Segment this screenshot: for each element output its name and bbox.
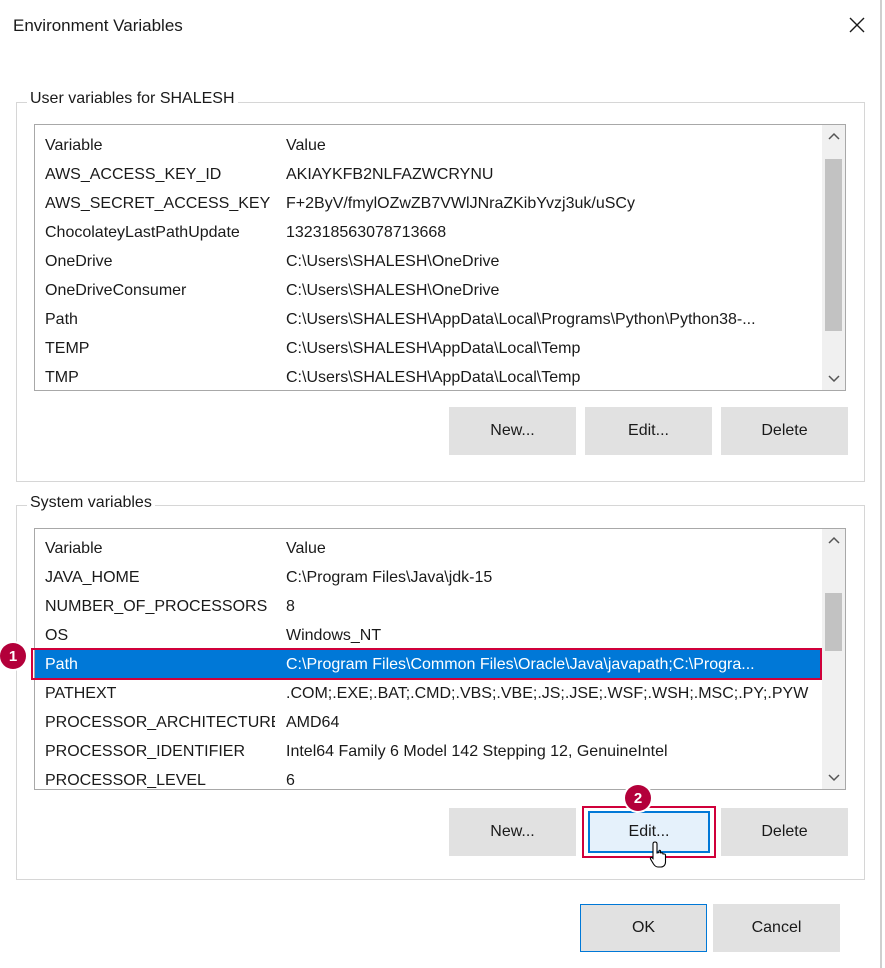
variable-value-cell: Intel64 Family 6 Model 142 Stepping 12, … [286, 742, 668, 760]
table-row[interactable]: ChocolateyLastPathUpdate 1323185630787136… [35, 218, 822, 247]
column-header-variable: Variable [45, 136, 103, 154]
table-row[interactable]: OneDrive C:\Users\SHALESH\OneDrive [35, 247, 822, 276]
chevron-down-icon [827, 774, 840, 782]
user-variables-list[interactable]: Variable Value AWS_ACCESS_KEY_ID AKIAYKFB… [34, 124, 846, 391]
variable-value-cell: 132318563078713668 [286, 223, 447, 241]
variable-value-cell: C:\Program Files\Java\jdk-15 [286, 568, 493, 586]
variable-value-cell: Windows_NT [286, 626, 382, 644]
system-list-scroll-thumb[interactable] [825, 593, 842, 651]
table-row[interactable]: PROCESSOR_ARCHITECTURE AMD64 [35, 708, 822, 737]
system-list-scrollbar[interactable] [822, 529, 845, 789]
close-icon [849, 17, 865, 33]
variable-value-cell: C:\Users\SHALESH\OneDrive [286, 252, 500, 270]
variable-name-cell: TEMP [45, 339, 90, 357]
variable-name-cell: OneDriveConsumer [45, 281, 187, 299]
variable-name-cell: PROCESSOR_LEVEL [45, 771, 206, 789]
user-list-header: Variable Value [35, 131, 822, 160]
ok-button[interactable]: OK [580, 904, 707, 952]
system-variables-label: System variables [27, 494, 155, 512]
close-button[interactable] [840, 10, 874, 40]
user-delete-button[interactable]: Delete [721, 407, 848, 455]
variable-name-cell: AWS_ACCESS_KEY_ID [45, 165, 222, 183]
variable-value-cell: C:\Users\SHALESH\AppData\Local\Temp [286, 368, 581, 386]
user-list-scroll-thumb[interactable] [825, 159, 842, 331]
column-header-value: Value [286, 539, 326, 557]
variable-name-cell: PROCESSOR_ARCHITECTURE [45, 713, 275, 731]
user-variables-label: User variables for SHALESH [27, 90, 238, 108]
cancel-button[interactable]: Cancel [713, 904, 840, 952]
variable-name-cell: NUMBER_OF_PROCESSORS [45, 597, 268, 615]
user-edit-button[interactable]: Edit... [585, 407, 712, 455]
table-row[interactable]: Path C:\Users\SHALESH\AppData\Local\Progr… [35, 305, 822, 334]
table-row[interactable]: JAVA_HOME C:\Program Files\Java\jdk-15 [35, 563, 822, 592]
variable-name-cell: OneDrive [45, 252, 113, 270]
variable-value-cell: 8 [286, 597, 295, 615]
user-new-button[interactable]: New... [449, 407, 576, 455]
variable-name-cell: PATHEXT [45, 684, 117, 702]
variable-name-cell: ChocolateyLastPathUpdate [45, 223, 240, 241]
table-row[interactable]: TEMP C:\Users\SHALESH\AppData\Local\Temp [35, 334, 822, 363]
variable-name-cell: TMP [45, 368, 79, 386]
system-variables-list[interactable]: Variable Value JAVA_HOME C:\Program Files… [34, 528, 846, 790]
variable-value-cell: 6 [286, 771, 295, 789]
table-row[interactable]: OneDriveConsumer C:\Users\SHALESH\OneDriv… [35, 276, 822, 305]
variable-name-cell: OS [45, 626, 69, 644]
variable-value-cell: C:\Users\SHALESH\AppData\Local\Programs\… [286, 310, 756, 328]
variable-name-cell: Path [45, 655, 78, 673]
scroll-up-button[interactable] [822, 529, 845, 551]
table-row[interactable]: AWS_SECRET_ACCESS_KEY F+2ByV/fmylOZwZB7VW… [35, 189, 822, 218]
table-row[interactable]: PROCESSOR_LEVEL 6 [35, 766, 822, 789]
variable-value-cell: AMD64 [286, 713, 340, 731]
system-delete-button[interactable]: Delete [721, 808, 848, 856]
variable-name-cell: Path [45, 310, 78, 328]
user-variables-rows: Variable Value AWS_ACCESS_KEY_ID AKIAYKFB… [35, 125, 822, 390]
window-title: Environment Variables [13, 16, 183, 35]
annotation-badge-2: 2 [625, 785, 651, 811]
table-row[interactable]: AWS_ACCESS_KEY_ID AKIAYKFB2NLFAZWCRYNU [35, 160, 822, 189]
column-header-variable: Variable [45, 539, 103, 557]
window-edge [880, 0, 882, 968]
chevron-up-icon [827, 536, 840, 544]
variable-name-cell: JAVA_HOME [45, 568, 140, 586]
scroll-down-button[interactable] [822, 368, 845, 390]
scroll-up-button[interactable] [822, 125, 845, 147]
table-row[interactable]: OS Windows_NT [35, 621, 822, 650]
scroll-down-button[interactable] [822, 767, 845, 789]
table-row[interactable]: PROCESSOR_IDENTIFIER Intel64 Family 6 Mod… [35, 737, 822, 766]
system-edit-button[interactable]: Edit... [588, 811, 710, 853]
system-list-header: Variable Value [35, 534, 822, 563]
variable-name-cell: AWS_SECRET_ACCESS_KEY [45, 194, 271, 212]
variable-name-cell: PROCESSOR_IDENTIFIER [45, 742, 246, 760]
system-new-button[interactable]: New... [449, 808, 576, 856]
environment-variables-dialog: Environment Variables User variables for… [0, 0, 885, 968]
user-list-scrollbar[interactable] [822, 125, 845, 390]
annotation-badge-1: 1 [0, 643, 26, 669]
variable-value-cell: C:\Program Files\Common Files\Oracle\Jav… [286, 655, 755, 673]
variable-value-cell: .COM;.EXE;.BAT;.CMD;.VBS;.VBE;.JS;.JSE;.… [286, 684, 809, 702]
table-row[interactable]: TMP C:\Users\SHALESH\AppData\Local\Temp [35, 363, 822, 390]
chevron-down-icon [827, 375, 840, 383]
column-header-value: Value [286, 136, 326, 154]
variable-value-cell: AKIAYKFB2NLFAZWCRYNU [286, 165, 494, 183]
table-row[interactable]: Path C:\Program Files\Common Files\Oracle… [35, 650, 822, 679]
variable-value-cell: C:\Users\SHALESH\AppData\Local\Temp [286, 339, 581, 357]
variable-value-cell: C:\Users\SHALESH\OneDrive [286, 281, 500, 299]
system-variables-rows: Variable Value JAVA_HOME C:\Program Files… [35, 529, 822, 789]
table-row[interactable]: PATHEXT .COM;.EXE;.BAT;.CMD;.VBS;.VBE;.JS… [35, 679, 822, 708]
chevron-up-icon [827, 132, 840, 140]
variable-value-cell: F+2ByV/fmylOZwZB7VWlJNraZKibYvzj3uk/uSCy [286, 194, 635, 212]
table-row[interactable]: NUMBER_OF_PROCESSORS 8 [35, 592, 822, 621]
